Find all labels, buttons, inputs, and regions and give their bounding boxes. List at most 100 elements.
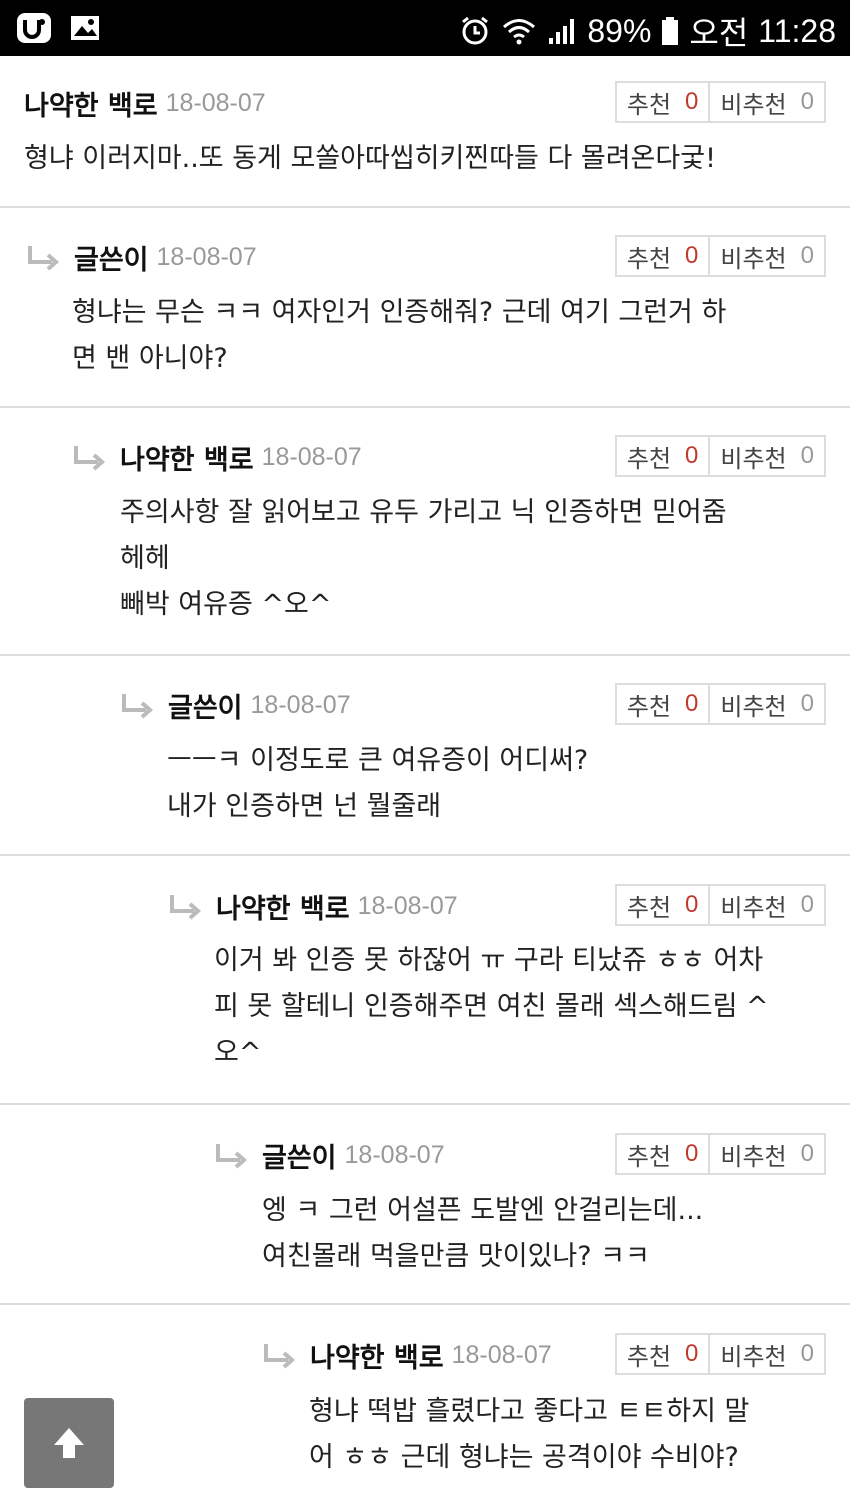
battery-percent: 89% (587, 12, 652, 49)
recommend-count: 0 (685, 1140, 699, 1167)
recommend-button[interactable]: 추천 0 (617, 83, 709, 121)
comment-author[interactable]: 나약한 백로 (24, 84, 158, 123)
comment-author[interactable]: 글쓴이 (262, 1136, 337, 1175)
alarm-icon (462, 16, 489, 45)
not-recommend-count: 0 (800, 1340, 814, 1367)
comment-body: ㅡㅡㅋ 이정도로 큰 여유증이 어디써? 내가 인증하면 넌 뭘줄래 (167, 738, 588, 830)
arrow-up-icon (54, 1428, 84, 1458)
recommend-button[interactable]: 추천 0 (617, 237, 709, 275)
recommend-label: 추천 (626, 692, 672, 721)
comment-date: 18-08-07 (344, 1141, 445, 1169)
not-recommend-count: 0 (800, 690, 814, 717)
vote-box: 추천 0 비추천 0 (614, 1133, 826, 1175)
comment-text-line: 형냐 떡밥 흘렸다고 좋다고 ㅌㅌ하지 말 (309, 1396, 750, 1427)
comment-reply: 나약한 백로 18-08-07 추천 0 비추천 0 형냐 떡밥 흘렸다고 좋다고 … (0, 1305, 850, 1512)
recommend-count: 0 (685, 891, 699, 918)
clock-time: 11:28 (758, 12, 836, 49)
comment-text-line: 주의사항 잘 읽어보고 유두 가리고 닉 인증하면 믿어줌 (120, 497, 727, 528)
not-recommend-button[interactable]: 비추천 0 (708, 685, 824, 723)
comment-reply: 나약한 백로 18-08-07 추천 0 비추천 0 이거 봐 인증 못 하잖어 ㅠ… (0, 856, 850, 1105)
clock-ampm: 오전 (689, 15, 749, 51)
comment-body: 주의사항 잘 읽어보고 유두 가리고 닉 인증하면 믿어줌 헤헤 빼박 여유증 … (120, 490, 727, 628)
not-recommend-label: 비추천 (720, 893, 787, 922)
comment-date: 18-08-07 (156, 243, 257, 271)
comment-reply: 글쓴이 18-08-07 추천 0 비추천 0 ㅡㅡㅋ 이정도로 큰 여유증이 어디… (0, 656, 850, 856)
wifi-icon (503, 19, 536, 45)
recommend-label: 추천 (626, 1342, 672, 1371)
comment-author[interactable]: 나약한 백로 (310, 1336, 444, 1375)
recommend-count: 0 (685, 442, 699, 469)
signal-icon (549, 19, 575, 44)
not-recommend-label: 비추천 (720, 692, 787, 721)
reply-arrow-icon (122, 693, 154, 719)
comment-body: 형냐는 무슨 ㅋㅋ 여자인거 인증해줘? 근데 여기 그런거 하 면 밴 아니야… (72, 290, 726, 382)
not-recommend-count: 0 (800, 88, 814, 115)
reply-arrow-icon (170, 894, 202, 920)
comment-text-line: 내가 인증하면 넌 뭘줄래 (167, 791, 442, 822)
not-recommend-count: 0 (800, 242, 814, 269)
status-bar: 89% 오전 11:28 (0, 0, 850, 56)
comment-date: 18-08-07 (451, 1341, 552, 1369)
comment-author[interactable]: 나약한 백로 (216, 887, 350, 926)
comment-item: 나약한 백로 18-08-07 추천 0 비추천 0 형냐 이러지마..또 동게 모… (0, 56, 850, 208)
recommend-button[interactable]: 추천 0 (617, 685, 709, 723)
comment-text-line: 어 ㅎㅎ 근데 형냐는 공격이야 수비야? (309, 1442, 739, 1473)
app-logo-icon (17, 13, 51, 43)
reply-arrow-icon (216, 1143, 248, 1169)
not-recommend-button[interactable]: 비추천 0 (708, 83, 824, 121)
comment-text-line: 피 못 할테니 인증해주면 여친 몰래 섹스해드림 ^ (214, 991, 769, 1022)
comment-date: 18-08-07 (165, 89, 266, 117)
not-recommend-button[interactable]: 비추천 0 (708, 437, 824, 475)
comment-text-line: 이거 봐 인증 못 하잖어 ㅠ 구라 티났쥬 ㅎㅎ 어차 (214, 945, 764, 976)
not-recommend-button[interactable]: 비추천 0 (708, 1335, 824, 1373)
recommend-count: 0 (685, 1340, 699, 1367)
comment-text-line: 빼박 여유증 ^오^ (120, 589, 332, 620)
comment-author[interactable]: 글쓴이 (168, 686, 243, 725)
vote-box: 추천 0 비추천 0 (614, 235, 826, 277)
vote-box: 추천 0 비추천 0 (614, 81, 826, 123)
comment-date: 18-08-07 (261, 443, 362, 471)
recommend-label: 추천 (626, 244, 672, 273)
comment-body: 형냐 이러지마..또 동게 모쏠아따씹히키찐따들 다 몰려온다궃! (24, 136, 716, 182)
comment-text-line: 헤헤 (120, 543, 170, 574)
comment-body: 엥 ㅋ 그런 어설픈 도발엔 안걸리는데... 여친몰래 먹을만큼 맛이있나? … (262, 1188, 703, 1280)
comment-reply: 나약한 백로 18-08-07 추천 0 비추천 0 주의사항 잘 읽어보고 유두 … (0, 408, 850, 656)
comment-body: 이거 봐 인증 못 하잖어 ㅠ 구라 티났쥬 ㅎㅎ 어차 피 못 할테니 인증해… (214, 938, 769, 1076)
not-recommend-button[interactable]: 비추천 0 (708, 237, 824, 275)
not-recommend-label: 비추천 (720, 444, 787, 473)
not-recommend-label: 비추천 (720, 1142, 787, 1171)
comment-text-line: 오^ (214, 1037, 262, 1068)
vote-box: 추천 0 비추천 0 (614, 1333, 826, 1375)
recommend-button[interactable]: 추천 0 (617, 1335, 709, 1373)
reply-arrow-icon (264, 1343, 296, 1369)
not-recommend-button[interactable]: 비추천 0 (708, 1135, 824, 1173)
comment-date: 18-08-07 (357, 892, 458, 920)
comment-author[interactable]: 나약한 백로 (120, 438, 254, 477)
comment-text-line: ㅡㅡㅋ 이정도로 큰 여유증이 어디써? (167, 745, 589, 776)
recommend-button[interactable]: 추천 0 (617, 1135, 709, 1173)
reply-arrow-icon (28, 245, 60, 271)
recommend-label: 추천 (626, 90, 672, 119)
recommend-button[interactable]: 추천 0 (617, 886, 709, 924)
comment-author[interactable]: 글쓴이 (74, 238, 149, 277)
vote-box: 추천 0 비추천 0 (614, 435, 826, 477)
battery-icon (662, 17, 679, 45)
comment-reply: 글쓴이 18-08-07 추천 0 비추천 0 형냐는 무슨 ㅋㅋ 여자인거 인증해… (0, 208, 850, 408)
recommend-count: 0 (685, 690, 699, 717)
comment-reply: 글쓴이 18-08-07 추천 0 비추천 0 엥 ㅋ 그런 어설픈 도발엔 안걸리… (0, 1105, 850, 1305)
not-recommend-button[interactable]: 비추천 0 (708, 886, 824, 924)
recommend-button[interactable]: 추천 0 (617, 437, 709, 475)
comment-body: 형냐 떡밥 흘렸다고 좋다고 ㅌㅌ하지 말 어 ㅎㅎ 근데 형냐는 공격이야 수… (309, 1389, 749, 1481)
recommend-label: 추천 (626, 1142, 672, 1171)
comment-text-line: 형냐는 무슨 ㅋㅋ 여자인거 인증해줘? 근데 여기 그런거 하 (72, 297, 727, 328)
not-recommend-label: 비추천 (720, 90, 787, 119)
recommend-count: 0 (685, 88, 699, 115)
recommend-label: 추천 (626, 444, 672, 473)
scroll-to-top-button[interactable] (24, 1398, 114, 1488)
not-recommend-count: 0 (800, 442, 814, 469)
not-recommend-label: 비추천 (720, 1342, 787, 1371)
image-notification-icon (71, 16, 99, 40)
not-recommend-count: 0 (800, 891, 814, 918)
comment-date: 18-08-07 (250, 691, 351, 719)
comment-text-line: 엥 ㅋ 그런 어설픈 도발엔 안걸리는데... (262, 1195, 704, 1226)
